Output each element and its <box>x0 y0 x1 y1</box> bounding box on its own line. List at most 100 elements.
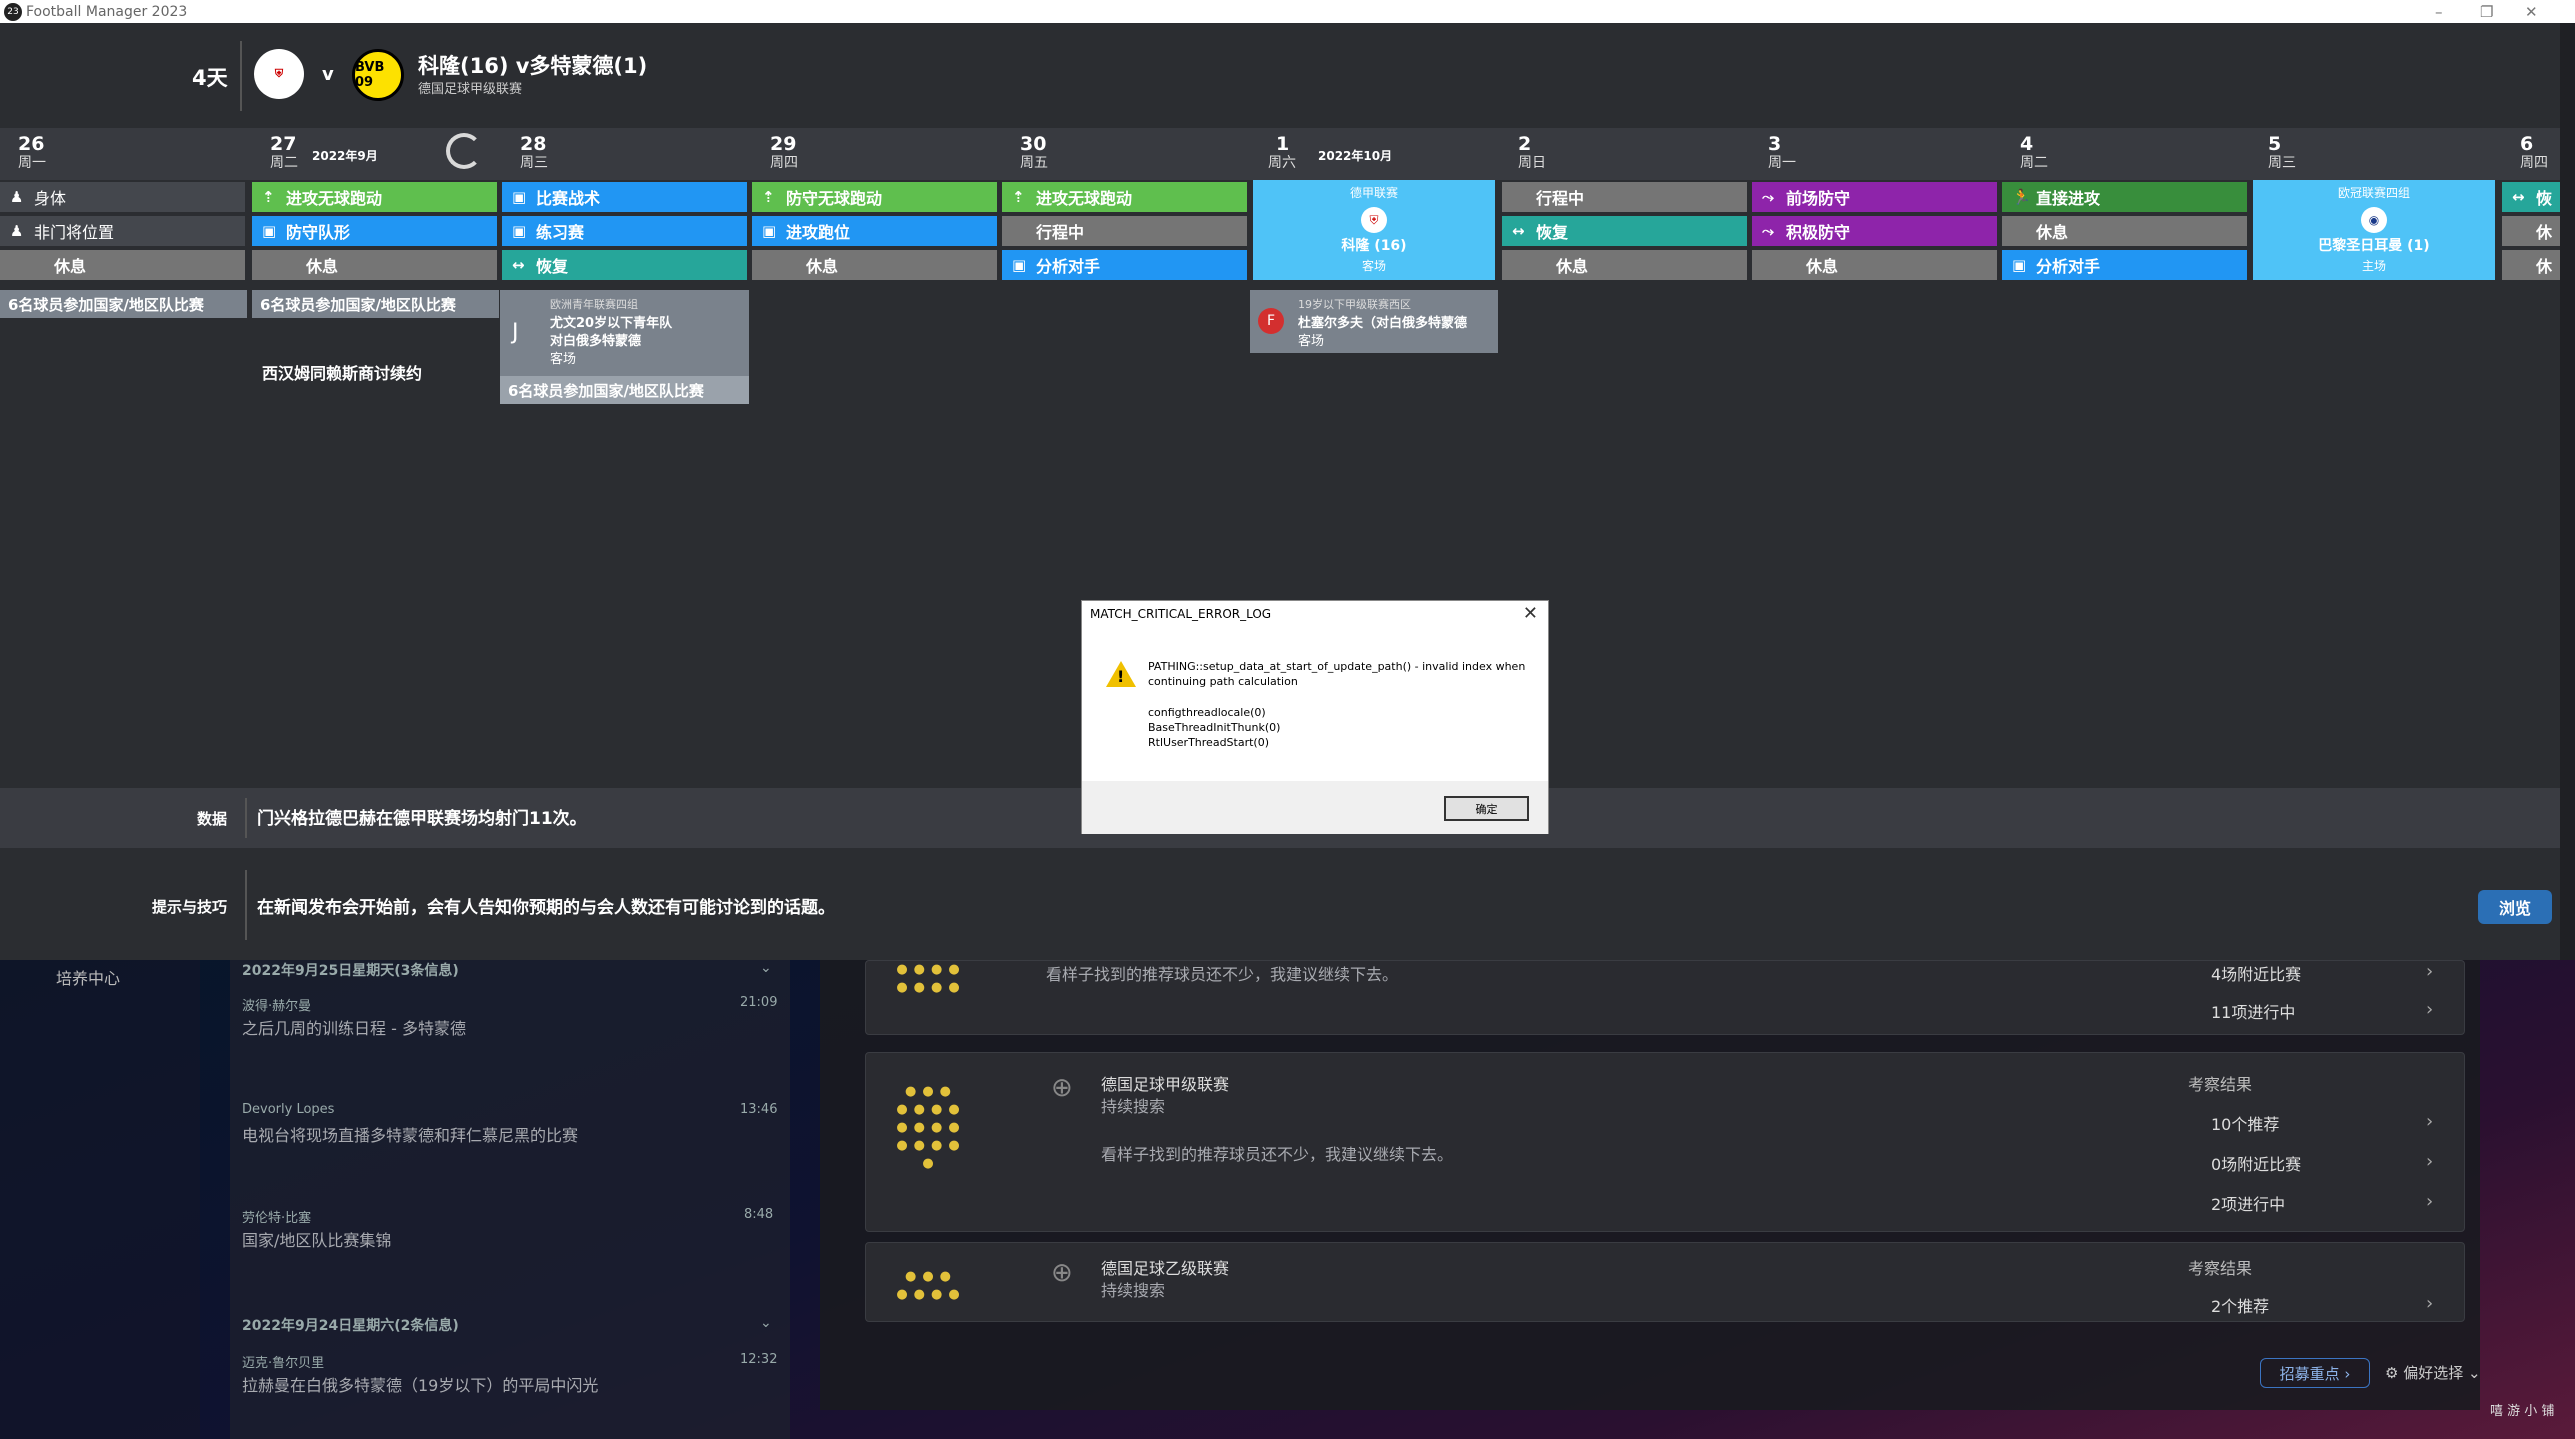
chevron-down-icon[interactable]: ⌄ <box>760 1315 772 1331</box>
day-header[interactable]: 2 周日 <box>1518 133 1546 172</box>
day-header[interactable]: 29 周四 <box>770 133 798 172</box>
match-title[interactable]: 科隆(16) v多特蒙德(1) <box>418 50 647 80</box>
dialog-close-icon[interactable]: ✕ <box>1523 603 1538 624</box>
training-session[interactable]: ▣ 进攻跑位 <box>752 216 997 246</box>
scout-result[interactable]: 2个推荐 <box>2211 1293 2269 1317</box>
day-header[interactable]: 6 周四 <box>2520 133 2548 172</box>
training-session[interactable]: 休息 <box>0 250 245 280</box>
event-international[interactable]: 6名球员参加国家/地区队比赛 <box>0 290 247 318</box>
training-session[interactable]: 休息 <box>2002 216 2247 246</box>
training-session[interactable]: ▣ 练习赛 <box>502 216 747 246</box>
restore-icon[interactable]: ❐ <box>2480 0 2493 23</box>
training-session[interactable]: ⇡ 防守无球跑动 <box>752 182 997 212</box>
arrows-icon: ↔ <box>512 256 525 274</box>
scout-result[interactable]: 2项进行中 <box>2211 1191 2285 1215</box>
training-session-label: 非门将位置 <box>34 223 115 242</box>
match-competition[interactable]: 德国足球甲级联赛 <box>418 78 522 97</box>
news-day-header[interactable]: 2022年9月24日星期六(2条信息) <box>242 1315 459 1335</box>
chevron-right-icon[interactable]: › <box>2426 1151 2433 1172</box>
browse-button[interactable]: 浏览 <box>2478 890 2552 924</box>
scout-card[interactable]: ●●● ●●●● ●●●● ●●●● ● ⊕ 德国足球甲级联赛 持续搜索 看样子找到的推… <box>865 1052 2465 1232</box>
news-item[interactable]: 拉赫曼在白俄多特蒙德（19岁以下）的平局中闪光 <box>242 1372 598 1396</box>
event-u19-match[interactable]: F 19岁以下甲级联赛西区 杜塞尔多夫（对白俄多特蒙德 客场 <box>1250 290 1498 353</box>
training-session[interactable]: 休 <box>2502 250 2560 280</box>
event-international[interactable]: 6名球员参加国家/地区队比赛 <box>252 290 499 318</box>
match-card-koln[interactable]: 德甲联赛 ⛨ 科隆 (16) 客场 <box>1253 180 1495 280</box>
chevron-right-icon[interactable]: › <box>2426 1293 2433 1314</box>
chevron-right-icon[interactable]: › <box>2426 1111 2433 1132</box>
chevron-right-icon[interactable]: › <box>2426 999 2433 1020</box>
koln-crest-icon[interactable]: ⛨ <box>254 49 304 99</box>
training-session[interactable]: ↔ 恢复 <box>502 250 747 280</box>
training-session[interactable]: ⤳ 前场防守 <box>1752 182 1997 212</box>
training-session[interactable]: ▣ 分析对手 <box>2002 250 2247 280</box>
scout-results-header: 考察结果 <box>2188 1075 2253 1094</box>
training-session[interactable]: 休 <box>2502 216 2560 246</box>
day-header[interactable]: 28 周三 <box>520 133 548 172</box>
chevron-right-icon[interactable]: › <box>2426 961 2433 982</box>
news-item[interactable]: 电视台将现场直播多特蒙德和拜仁慕尼黑的比赛 <box>242 1122 578 1146</box>
data-fact-text: 门兴格拉德巴赫在德甲联赛场均射门11次。 <box>257 809 587 829</box>
minimize-icon[interactable]: – <box>2435 0 2443 23</box>
event-international[interactable]: 6名球员参加国家/地区队比赛 <box>500 376 749 404</box>
ok-button[interactable]: 确定 <box>1444 796 1529 821</box>
training-session-label: 休息 <box>2036 223 2069 242</box>
training-session[interactable]: 休息 <box>252 250 497 280</box>
day-header[interactable]: 4 周二 <box>2020 133 2048 172</box>
training-session-label: 休息 <box>1806 257 1839 276</box>
training-session[interactable]: ⇡ 进攻无球跑动 <box>252 182 497 212</box>
training-session[interactable]: ↔ 恢复 <box>1502 216 1747 246</box>
training-session-label: 进攻无球跑动 <box>286 189 383 208</box>
training-session-label: 积极防守 <box>1786 223 1851 242</box>
news-time: 12:32 <box>740 1352 778 1367</box>
day-header[interactable]: 27 周二 2022年9月 <box>270 133 378 172</box>
training-session[interactable]: ▣ 防守队形 <box>252 216 497 246</box>
tips-label: 提示与技巧 <box>152 898 228 916</box>
scout-status: 持续搜索 <box>1101 1281 1166 1300</box>
news-time: 13:46 <box>740 1102 778 1117</box>
day-header[interactable]: 1 周六 2022年10月 <box>1268 133 1392 172</box>
news-item[interactable]: 之后几周的训练日程 - 多特蒙德 <box>242 1015 466 1039</box>
scout-card[interactable]: ●●●● ●●●● 看样子找到的推荐球员还不少，我建议继续下去。 4场附近比赛 ›… <box>865 960 2465 1035</box>
event-youth-match[interactable]: J 欧洲青年联赛四组 尤文20岁以下青年队 对白俄多特蒙德 客场 <box>500 290 749 388</box>
sidebar-item-development[interactable]: 培养中心 <box>56 965 120 989</box>
training-session[interactable]: ▣ 比赛战术 <box>502 182 747 212</box>
day-header[interactable]: 3 周一 <box>1768 133 1796 172</box>
scout-result[interactable]: 11项进行中 <box>2211 999 2295 1023</box>
event-contract-talks[interactable]: 西汉姆同赖斯商讨续约 <box>262 360 422 384</box>
chevron-right-icon[interactable]: › <box>2426 1191 2433 1212</box>
scrollbar[interactable] <box>2560 23 2575 960</box>
close-window-icon[interactable]: ✕ <box>2525 0 2538 23</box>
day-header[interactable]: 30 周五 <box>1020 133 1048 172</box>
news-item[interactable]: 国家/地区队比赛集锦 <box>242 1227 391 1251</box>
scout-result[interactable]: 4场附近比赛 <box>2211 961 2301 985</box>
recruitment-focus-button[interactable]: 招募重点 › <box>2260 1358 2370 1388</box>
training-session[interactable]: ↔ 恢 <box>2502 182 2560 212</box>
day-header[interactable]: 5 周三 <box>2268 133 2296 172</box>
training-session-label: 休 <box>2536 223 2553 242</box>
scout-result[interactable]: 0场附近比赛 <box>2211 1151 2301 1175</box>
training-session[interactable]: ♟ 身体 <box>0 182 245 212</box>
preferences-button[interactable]: ⚙ 偏好选择 ⌄ <box>2385 1362 2481 1383</box>
training-session[interactable]: ⇡ 进攻无球跑动 <box>1002 182 1247 212</box>
training-session[interactable]: 🏃 直接进攻 <box>2002 182 2247 212</box>
day-header[interactable]: 26 周一 <box>18 133 46 172</box>
training-session[interactable]: 行程中 <box>1002 216 1247 246</box>
scout-card[interactable]: ●●● ●●●● ⊕ 德国足球乙级联赛 持续搜索 考察结果 2个推荐 › <box>865 1242 2465 1322</box>
news-time: 8:48 <box>744 1207 774 1222</box>
scouting-panel: ●●●● ●●●● 看样子找到的推荐球员还不少，我建议继续下去。 4场附近比赛 ›… <box>820 960 2480 1410</box>
vs-label: v <box>322 64 334 85</box>
scout-result[interactable]: 10个推荐 <box>2211 1111 2279 1135</box>
training-session[interactable]: 休息 <box>1752 250 1997 280</box>
training-session[interactable]: 行程中 <box>1502 182 1747 212</box>
training-session[interactable]: ⤳ 积极防守 <box>1752 216 1997 246</box>
news-day-header[interactable]: 2022年9月25日星期天(3条信息) <box>242 960 459 980</box>
training-session[interactable]: ♟ 非门将位置 <box>0 216 245 246</box>
training-session[interactable]: 休息 <box>1502 250 1747 280</box>
training-session[interactable]: ▣ 分析对手 <box>1002 250 1247 280</box>
chevron-down-icon[interactable]: ⌄ <box>760 960 772 976</box>
training-session[interactable]: 休息 <box>752 250 997 280</box>
bvb-crest-icon[interactable]: BVB 09 <box>352 49 404 101</box>
training-session-label: 恢复 <box>536 257 569 276</box>
match-card-psg[interactable]: 欧冠联赛四组 ◉ 巴黎圣日耳曼 (1) 主场 <box>2253 180 2495 280</box>
